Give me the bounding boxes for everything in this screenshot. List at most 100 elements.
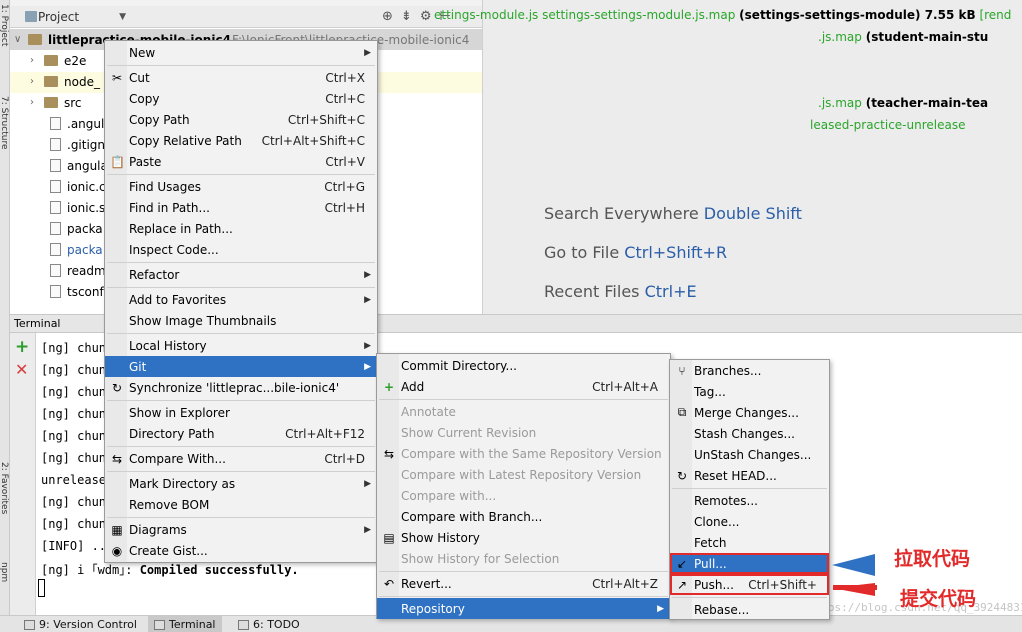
pull-icon: ↙: [676, 556, 688, 571]
editor-empty-area: [482, 0, 1022, 314]
tree-item[interactable]: › src: [30, 92, 82, 113]
menu-item-copy-relative-path[interactable]: Copy Relative Path Ctrl+Alt+Shift+C: [105, 130, 377, 151]
menu-item-compare-with[interactable]: ⇆ Compare With... Ctrl+D: [105, 448, 377, 469]
menu-item-add[interactable]: + Add Ctrl+Alt+A: [377, 376, 670, 397]
menu-item-rebase[interactable]: Rebase...: [670, 599, 829, 620]
menu-item-label: Mark Directory as: [129, 476, 236, 491]
menu-item-commit-directory[interactable]: Commit Directory...: [377, 355, 670, 376]
tree-item[interactable]: .gitign: [50, 134, 105, 155]
menu-item-local-history[interactable]: Local History ▶: [105, 335, 377, 356]
menu-item-label: Reset HEAD...: [694, 468, 777, 483]
menu-separator: [107, 65, 375, 66]
tree-item[interactable]: ionic.s: [50, 197, 105, 218]
reset-icon: ↻: [676, 468, 688, 483]
menu-item-copy-path[interactable]: Copy Path Ctrl+Shift+C: [105, 109, 377, 130]
menu-item-inspect-code[interactable]: Inspect Code...: [105, 239, 377, 260]
todo-tab[interactable]: 6: TODO: [238, 618, 300, 631]
tree-item[interactable]: .angul: [50, 113, 104, 134]
menu-item-revert[interactable]: ↶ Revert... Ctrl+Alt+Z: [377, 573, 670, 594]
menu-item-pull[interactable]: ↙ Pull...: [670, 553, 829, 574]
tree-item[interactable]: angula: [50, 155, 108, 176]
menu-item-reset-head[interactable]: ↻ Reset HEAD...: [670, 465, 829, 486]
chevron-right-icon[interactable]: ›: [30, 76, 44, 87]
menu-item-show-in-explorer[interactable]: Show in Explorer: [105, 402, 377, 423]
menu-item-clone[interactable]: Clone...: [670, 511, 829, 532]
gear-icon[interactable]: ⚙: [420, 9, 432, 24]
structure-tool-tab[interactable]: 7: Structure: [0, 96, 9, 150]
menu-item-mark-directory-as[interactable]: Mark Directory as ▶: [105, 473, 377, 494]
menu-item-show-history[interactable]: ▤ Show History: [377, 527, 670, 548]
menu-item-label: Show History: [401, 530, 480, 545]
favorites-tool-tab[interactable]: 2: Favorites: [0, 462, 9, 514]
menu-item-label: Compare with the Same Repository Version: [401, 446, 662, 461]
menu-item-add-to-favorites[interactable]: Add to Favorites ▶: [105, 289, 377, 310]
terminal-tab[interactable]: Terminal: [148, 616, 222, 632]
compare-icon: ⇆: [383, 446, 395, 461]
folder-icon: [44, 97, 58, 108]
close-session-icon[interactable]: ✕: [15, 360, 28, 379]
terminal-title: Terminal: [14, 317, 61, 330]
new-session-icon[interactable]: +: [15, 337, 29, 357]
menu-item-synchronize-littleprac-bile-ionic4[interactable]: ↻ Synchronize 'littleprac...bile-ionic4': [105, 377, 377, 398]
menu-item-diagrams[interactable]: ▦ Diagrams ▶: [105, 519, 377, 540]
chevron-right-icon[interactable]: ›: [30, 97, 44, 108]
menu-item-unstash-changes[interactable]: UnStash Changes...: [670, 444, 829, 465]
menu-item-stash-changes[interactable]: Stash Changes...: [670, 423, 829, 444]
menu-item-compare-with-branch[interactable]: Compare with Branch...: [377, 506, 670, 527]
menu-item-shortcut: Ctrl+H: [324, 200, 365, 215]
menu-item-directory-path[interactable]: Directory Path Ctrl+Alt+F12: [105, 423, 377, 444]
chevron-down-icon[interactable]: ▼: [119, 12, 126, 22]
tree-item-label: e2e: [64, 53, 87, 68]
chevron-right-icon[interactable]: ›: [30, 55, 44, 66]
terminal-line: unrelease: [41, 473, 106, 487]
menu-item-cut[interactable]: ✂ Cut Ctrl+X: [105, 67, 377, 88]
menu-item-label: Merge Changes...: [694, 405, 799, 420]
project-panel-title[interactable]: Project: [38, 10, 79, 24]
tree-item[interactable]: › node_: [30, 71, 100, 92]
collapse-icon[interactable]: ⇟: [401, 9, 412, 24]
menu-item-find-in-path[interactable]: Find in Path... Ctrl+H: [105, 197, 377, 218]
menu-item-tag[interactable]: Tag...: [670, 381, 829, 402]
tree-item[interactable]: packa: [50, 218, 103, 239]
menu-item-merge-changes[interactable]: ⧉ Merge Changes...: [670, 402, 829, 423]
menu-item-remove-bom[interactable]: Remove BOM: [105, 494, 377, 515]
menu-item-git[interactable]: Git ▶: [105, 356, 377, 377]
menu-item-fetch[interactable]: Fetch: [670, 532, 829, 553]
menu-item-remotes[interactable]: Remotes...: [670, 490, 829, 511]
tree-item[interactable]: ionic.c: [50, 176, 106, 197]
menu-separator: [107, 517, 375, 518]
tree-item-label: ionic.c: [67, 179, 106, 194]
menu-item-compare-with-latest-repository-version: Compare with Latest Repository Version: [377, 464, 670, 485]
compare-icon: ⇆: [111, 451, 123, 466]
tree-item-label: .gitign: [67, 137, 106, 152]
version-control-tab[interactable]: 9: Version Control: [24, 618, 137, 631]
menu-item-new[interactable]: New ▶: [105, 42, 377, 63]
menu-item-shortcut: Ctrl+Shift+C: [287, 112, 365, 127]
branch-icon: ⑂: [678, 363, 686, 378]
menu-separator: [379, 571, 668, 572]
file-icon: [50, 180, 61, 193]
menu-item-label: Compare with...: [401, 488, 497, 503]
chevron-down-icon[interactable]: ∨: [14, 34, 28, 45]
menu-item-branches[interactable]: ⑂ Branches...: [670, 360, 829, 381]
menu-item-refactor[interactable]: Refactor ▶: [105, 264, 377, 285]
hint-key: Double Shift: [703, 204, 802, 223]
menu-item-find-usages[interactable]: Find Usages Ctrl+G: [105, 176, 377, 197]
terminal-line-prefix: [ng] chun: [41, 451, 107, 465]
menu-item-copy[interactable]: Copy Ctrl+C: [105, 88, 377, 109]
sync-icon: ↻: [111, 380, 123, 395]
project-tool-tab[interactable]: 1: Project: [0, 4, 9, 46]
menu-item-push[interactable]: ↗ Push... Ctrl+Shift+: [670, 574, 829, 595]
menu-item-show-image-thumbnails[interactable]: Show Image Thumbnails: [105, 310, 377, 331]
menu-item-repository[interactable]: Repository ▶: [377, 598, 670, 619]
locate-icon[interactable]: ⊕: [382, 9, 393, 24]
menu-item-label: Tag...: [694, 384, 726, 399]
menu-item-create-gist[interactable]: ◉ Create Gist...: [105, 540, 377, 561]
menu-item-replace-in-path[interactable]: Replace in Path...: [105, 218, 377, 239]
tree-item[interactable]: › e2e: [30, 50, 86, 71]
tree-item[interactable]: readm: [50, 260, 106, 281]
npm-tool-tab[interactable]: npm: [0, 562, 9, 582]
tree-item[interactable]: tsconf: [50, 281, 104, 302]
tree-item[interactable]: packa: [50, 239, 103, 260]
menu-item-paste[interactable]: 📋 Paste Ctrl+V: [105, 151, 377, 172]
